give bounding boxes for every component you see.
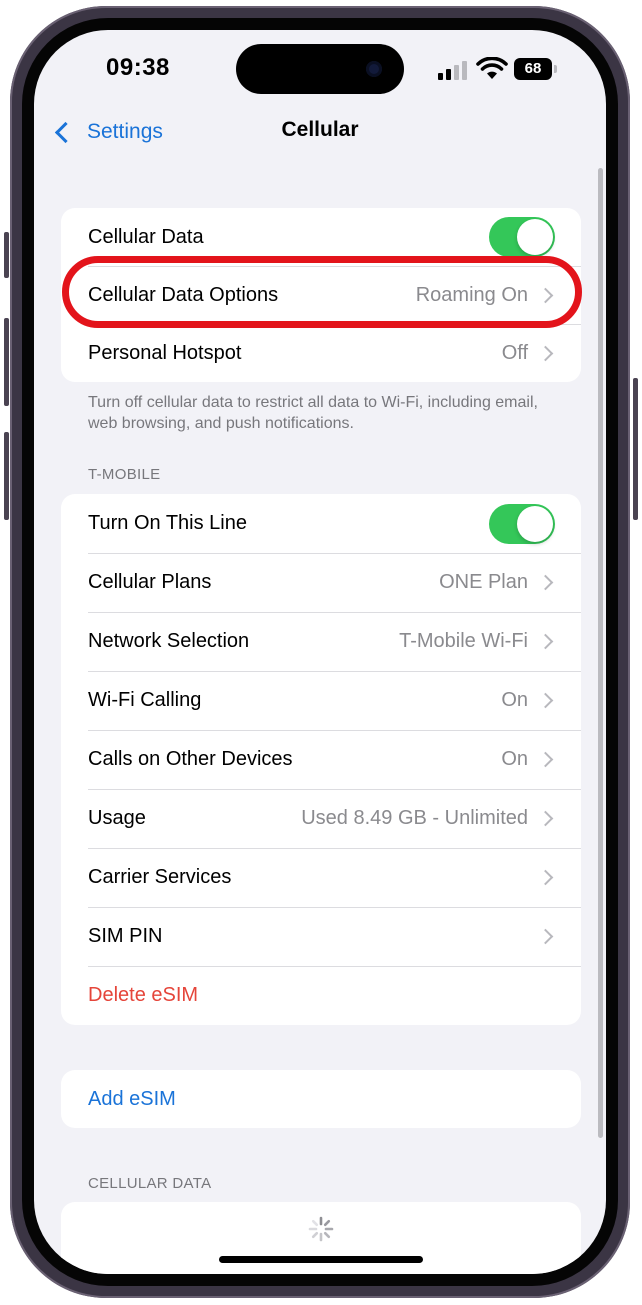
scrollbar[interactable] — [598, 168, 603, 1138]
status-icons: 68 — [438, 57, 568, 80]
cellular-data-footer: Turn off cellular data to restrict all d… — [88, 394, 538, 432]
toggle-knob — [517, 219, 553, 255]
row-value: ONE Plan — [439, 571, 528, 593]
action-button — [4, 232, 9, 278]
front-camera-icon — [366, 61, 382, 77]
dynamic-island — [236, 44, 404, 94]
chevron-right-icon — [537, 928, 554, 945]
delete-esim-button[interactable]: Delete eSIM — [61, 966, 581, 1025]
turn-on-line-toggle[interactable] — [489, 503, 555, 544]
personal-hotspot-row[interactable]: Personal Hotspot Off — [61, 324, 581, 382]
usage-row[interactable]: Usage Used 8.49 GB - Unlimited — [61, 789, 581, 848]
status-time: 09:38 — [106, 54, 170, 81]
home-indicator[interactable] — [219, 1256, 423, 1263]
loading-spinner-icon — [308, 1216, 334, 1242]
screen: 09:38 68 Settings Cellular Cellular Data… — [34, 30, 606, 1274]
signal-bar-2-icon — [446, 69, 451, 80]
tmobile-section-header: T-MOBILE — [88, 466, 161, 483]
battery-cap-icon — [554, 65, 557, 73]
chevron-right-icon — [537, 869, 554, 886]
tmobile-group: Turn On This Line Cellular Plans ONE Pla… — [61, 494, 581, 1025]
signal-bar-1-icon — [438, 73, 443, 80]
highlight-annotation — [62, 256, 582, 328]
row-label: Personal Hotspot — [88, 341, 242, 364]
volume-up-button — [4, 318, 9, 406]
chevron-right-icon — [537, 692, 554, 709]
chevron-right-icon — [537, 574, 554, 591]
row-label: Network Selection — [88, 630, 250, 652]
row-label: Turn On This Line — [88, 512, 247, 534]
row-label: Carrier Services — [88, 866, 232, 888]
row-label: Delete eSIM — [88, 984, 199, 1006]
row-label: Calls on Other Devices — [88, 748, 293, 770]
row-label: Wi-Fi Calling — [88, 689, 202, 711]
sim-pin-row[interactable]: SIM PIN — [61, 907, 581, 966]
wifi-icon — [476, 57, 508, 79]
calls-other-devices-row[interactable]: Calls on Other Devices On — [61, 730, 581, 789]
cellular-data-section-header: CELLULAR DATA — [88, 1175, 212, 1192]
row-label: SIM PIN — [88, 925, 163, 947]
side-button — [633, 378, 638, 520]
chevron-right-icon — [537, 345, 554, 361]
battery-level: 68 — [524, 60, 542, 77]
row-value: On — [501, 748, 528, 770]
battery-icon: 68 — [514, 58, 552, 80]
signal-bar-4-icon — [462, 61, 467, 80]
chevron-right-icon — [537, 751, 554, 768]
network-selection-row[interactable]: Network Selection T-Mobile Wi-Fi — [61, 612, 581, 671]
volume-down-button — [4, 432, 9, 520]
row-value: On — [501, 689, 528, 711]
row-value: Off — [501, 341, 528, 364]
row-label: Usage — [88, 807, 146, 829]
carrier-services-row[interactable]: Carrier Services — [61, 848, 581, 907]
page-title: Cellular — [281, 118, 359, 141]
row-label: Cellular Data — [88, 225, 204, 248]
cellular-plans-row[interactable]: Cellular Plans ONE Plan — [61, 553, 581, 612]
row-label: Cellular Plans — [88, 571, 212, 593]
add-esim-group: Add eSIM — [61, 1070, 581, 1128]
row-label: Add eSIM — [88, 1087, 176, 1110]
row-value: T-Mobile Wi-Fi — [399, 630, 528, 652]
row-value: Used 8.49 GB - Unlimited — [301, 807, 528, 829]
wifi-calling-row[interactable]: Wi-Fi Calling On — [61, 671, 581, 730]
turn-on-line-row: Turn On This Line — [61, 494, 581, 553]
toggle-knob — [517, 505, 553, 542]
chevron-right-icon — [537, 810, 554, 827]
cellular-data-toggle[interactable] — [489, 217, 555, 257]
signal-bar-3-icon — [454, 65, 459, 80]
chevron-right-icon — [537, 633, 554, 650]
add-esim-button[interactable]: Add eSIM — [61, 1070, 581, 1128]
